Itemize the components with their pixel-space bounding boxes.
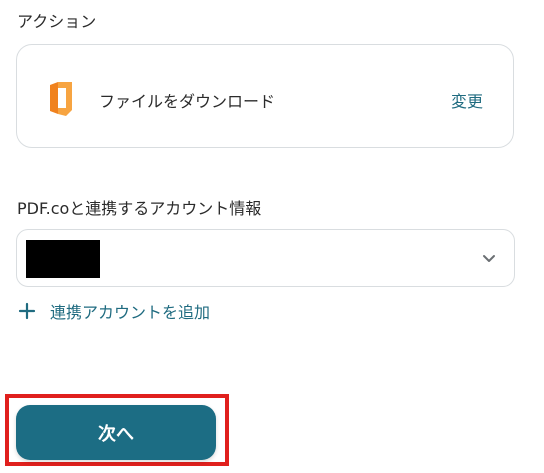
pdf-co-icon [47, 81, 75, 117]
add-account-label: 連携アカウントを追加 [50, 303, 211, 322]
action-section-label: アクション [17, 12, 97, 31]
chevron-down-icon [480, 249, 498, 267]
change-action-link[interactable]: 変更 [451, 88, 483, 112]
account-select[interactable] [16, 229, 515, 287]
next-button[interactable]: 次へ [16, 405, 216, 460]
action-card: ファイルをダウンロード 変更 [16, 44, 514, 148]
plus-icon [18, 302, 36, 320]
redacted-account-value [26, 240, 100, 278]
add-account-button[interactable]: 連携アカウントを追加 [18, 300, 210, 322]
account-section-label: PDF.coと連携するアカウント情報 [17, 199, 262, 218]
page: アクション ファイルをダウンロード 変更 PDF.coと連携するアカウント情報 … [0, 0, 544, 473]
action-name: ファイルをダウンロード [99, 92, 276, 111]
